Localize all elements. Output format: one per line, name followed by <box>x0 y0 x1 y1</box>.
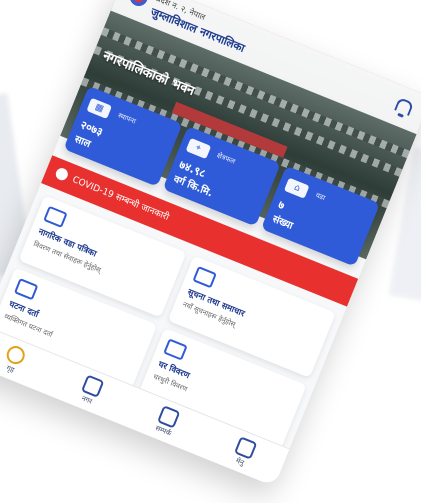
document-icon <box>192 266 217 289</box>
virus-icon <box>54 166 70 182</box>
municipality-logo-icon <box>127 0 151 9</box>
nav-city[interactable]: नगर <box>77 373 105 408</box>
nav-contact[interactable]: सम्पर्क <box>153 404 181 439</box>
stat-label: क्षेत्रफल <box>215 151 237 166</box>
ward-icon: ⌂ <box>284 177 311 199</box>
nav-home[interactable]: गृह <box>0 342 28 377</box>
nav-menu[interactable]: मेनु <box>230 435 258 470</box>
calendar-icon: ▦ <box>86 97 113 119</box>
phone-screen: नगरपालिकाको भवन प्रदेश न. २, नेपाल जुम्ल… <box>0 0 421 487</box>
stat-label: स्थापना <box>116 111 137 126</box>
map-icon: ⌖ <box>185 137 212 159</box>
nav-label: गृह <box>5 363 16 374</box>
home-icon <box>163 338 188 361</box>
building-icon <box>43 205 68 229</box>
nav-label: मेनु <box>234 456 246 467</box>
notification-bell-icon[interactable] <box>394 96 415 116</box>
nav-label: नगर <box>80 393 94 406</box>
stat-label: वडा <box>314 191 327 203</box>
tag-icon <box>13 278 39 301</box>
